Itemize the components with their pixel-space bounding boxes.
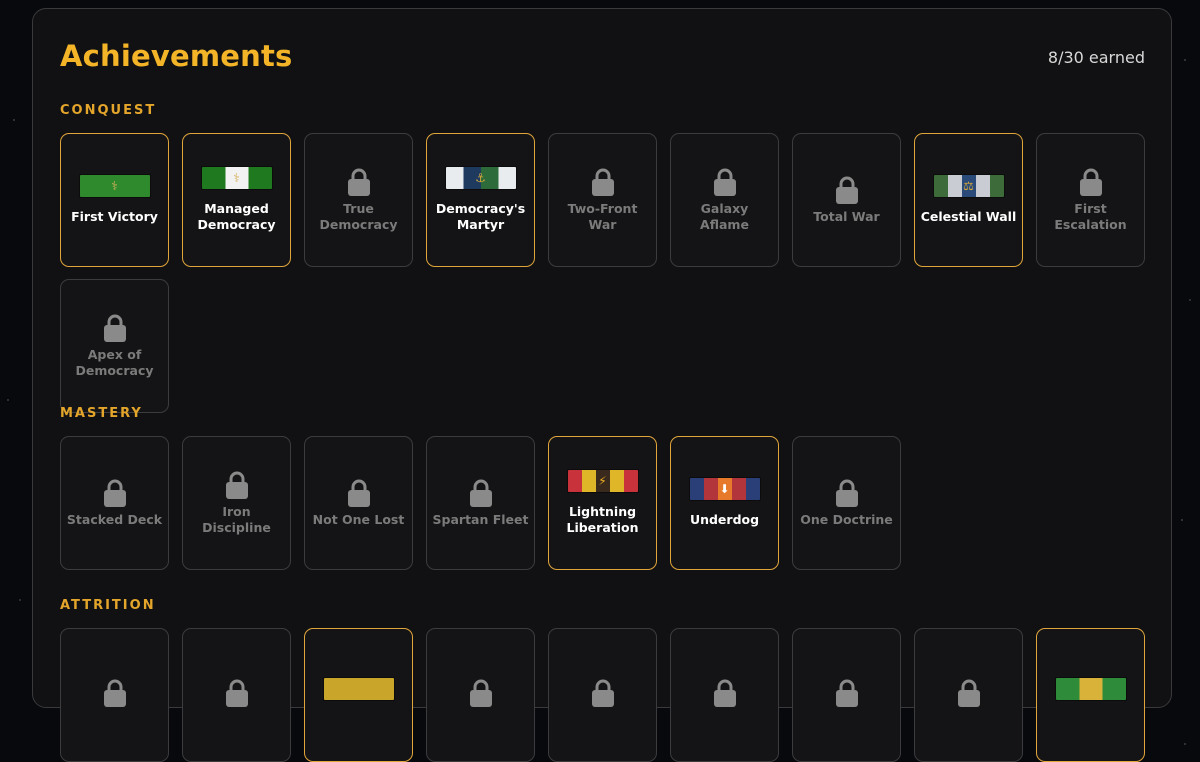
lock-icon — [225, 679, 248, 707]
achievement-name: Stacked Deck — [66, 512, 163, 527]
lock-icon — [103, 314, 126, 342]
ribbon-emblem-icon: ⚕ — [233, 171, 240, 185]
medal-ribbon-icon: ⚡ — [567, 470, 638, 492]
achievement-card-unnamed[interactable] — [426, 628, 535, 762]
lock-icon — [1079, 168, 1102, 196]
achievement-card-unnamed[interactable] — [670, 628, 779, 762]
achievement-card-apex-of-democracy[interactable]: Apex of Democracy — [60, 279, 169, 413]
achievement-card-one-doctrine[interactable]: One Doctrine — [792, 436, 901, 570]
achievement-card-lightning-liberation[interactable]: ⚡ Lightning Liberation — [548, 436, 657, 570]
section-label-mastery: MASTERY — [60, 406, 143, 421]
achievement-name: Not One Lost — [312, 512, 405, 527]
lock-icon — [591, 168, 614, 196]
ribbon-emblem-icon: ⚕ — [111, 179, 118, 193]
achievement-name: Total War — [813, 209, 880, 224]
medal-ribbon-icon: ⚕ — [201, 167, 272, 189]
conquest-grid: ⚕ First Victory ⚕ Managed Democracy True Dem… — [60, 133, 1150, 413]
ribbon-emblem-icon: ⚓ — [475, 171, 486, 185]
achievement-name: Celestial Wall — [920, 209, 1017, 224]
achievement-card-iron-discipline[interactable]: Iron Discipline — [182, 436, 291, 570]
achievement-card-unnamed[interactable] — [914, 628, 1023, 762]
achievement-name: First Victory — [71, 209, 158, 224]
achievement-card-total-war[interactable]: Total War — [792, 133, 901, 267]
achievement-card-true-democracy[interactable]: True Democracy — [304, 133, 413, 267]
mastery-grid: Stacked Deck Iron Discipline Not One Lost S… — [60, 436, 1150, 570]
medal-ribbon-icon — [1055, 678, 1126, 700]
achievement-card-unnamed[interactable] — [548, 628, 657, 762]
lock-icon — [103, 679, 126, 707]
achievement-card-galaxy-aflame[interactable]: Galaxy Aflame — [670, 133, 779, 267]
achievement-card-unnamed[interactable] — [60, 628, 169, 762]
achievement-name: Apex of Democracy — [75, 347, 154, 378]
medal-ribbon-icon — [323, 678, 394, 700]
achievement-name: Lightning Liberation — [566, 504, 639, 535]
achievement-card-managed-democracy[interactable]: ⚕ Managed Democracy — [182, 133, 291, 267]
medal-ribbon-icon: ⚓ — [445, 167, 516, 189]
achievement-card-spartan-fleet[interactable]: Spartan Fleet — [426, 436, 535, 570]
lock-icon — [347, 168, 370, 196]
achievement-name: Iron Discipline — [202, 504, 271, 535]
lock-icon — [591, 679, 614, 707]
page-title: Achievements — [60, 39, 293, 73]
achievement-name: True Democracy — [319, 201, 398, 232]
ribbon-emblem-icon: ⚡ — [598, 474, 607, 488]
lock-icon — [103, 479, 126, 507]
ribbon-emblem-icon: ⬇ — [719, 482, 730, 496]
achievement-card-unnamed[interactable] — [182, 628, 291, 762]
achievement-card-stacked-deck[interactable]: Stacked Deck — [60, 436, 169, 570]
achievement-card-democracy-s-martyr[interactable]: ⚓ Democracy's Martyr — [426, 133, 535, 267]
achievement-name: Two-Front War — [567, 201, 638, 232]
achievement-name: Underdog — [689, 512, 760, 527]
lock-icon — [469, 479, 492, 507]
ribbon-emblem-icon: ⚖ — [963, 179, 974, 193]
lock-icon — [835, 176, 858, 204]
achievement-name: Managed Democracy — [197, 201, 276, 232]
achievement-card-first-victory[interactable]: ⚕ First Victory — [60, 133, 169, 267]
lock-icon — [469, 679, 492, 707]
lock-icon — [225, 471, 248, 499]
achievement-name: Democracy's Martyr — [435, 201, 526, 232]
lock-icon — [713, 168, 736, 196]
achievement-name: Galaxy Aflame — [700, 201, 749, 232]
lock-icon — [835, 679, 858, 707]
achievements-panel: Achievements 8/30 earned CONQUEST ⚕ First… — [32, 8, 1172, 762]
lock-icon — [713, 679, 736, 707]
attrition-grid — [60, 628, 1150, 762]
earned-counter: 8/30 earned — [1047, 48, 1145, 67]
achievement-card-underdog[interactable]: ⬇ Underdog — [670, 436, 779, 570]
achievement-card-unnamed[interactable] — [792, 628, 901, 762]
achievement-card-unnamed[interactable] — [1036, 628, 1145, 762]
medal-ribbon-icon: ⚖ — [933, 175, 1004, 197]
medal-ribbon-icon: ⬇ — [689, 478, 760, 500]
medal-ribbon-icon: ⚕ — [79, 175, 150, 197]
lock-icon — [957, 679, 980, 707]
lock-icon — [347, 479, 370, 507]
achievement-card-first-escalation[interactable]: First Escalation — [1036, 133, 1145, 267]
achievement-name: Spartan Fleet — [432, 512, 529, 527]
achievement-card-not-one-lost[interactable]: Not One Lost — [304, 436, 413, 570]
section-label-conquest: CONQUEST — [60, 103, 157, 118]
achievement-card-celestial-wall[interactable]: ⚖ Celestial Wall — [914, 133, 1023, 267]
achievement-name: One Doctrine — [800, 512, 893, 527]
achievement-name: First Escalation — [1054, 201, 1127, 232]
lock-icon — [835, 479, 858, 507]
section-label-attrition: ATTRITION — [60, 598, 156, 613]
achievement-card-unnamed[interactable] — [304, 628, 413, 762]
achievement-card-two-front-war[interactable]: Two-Front War — [548, 133, 657, 267]
